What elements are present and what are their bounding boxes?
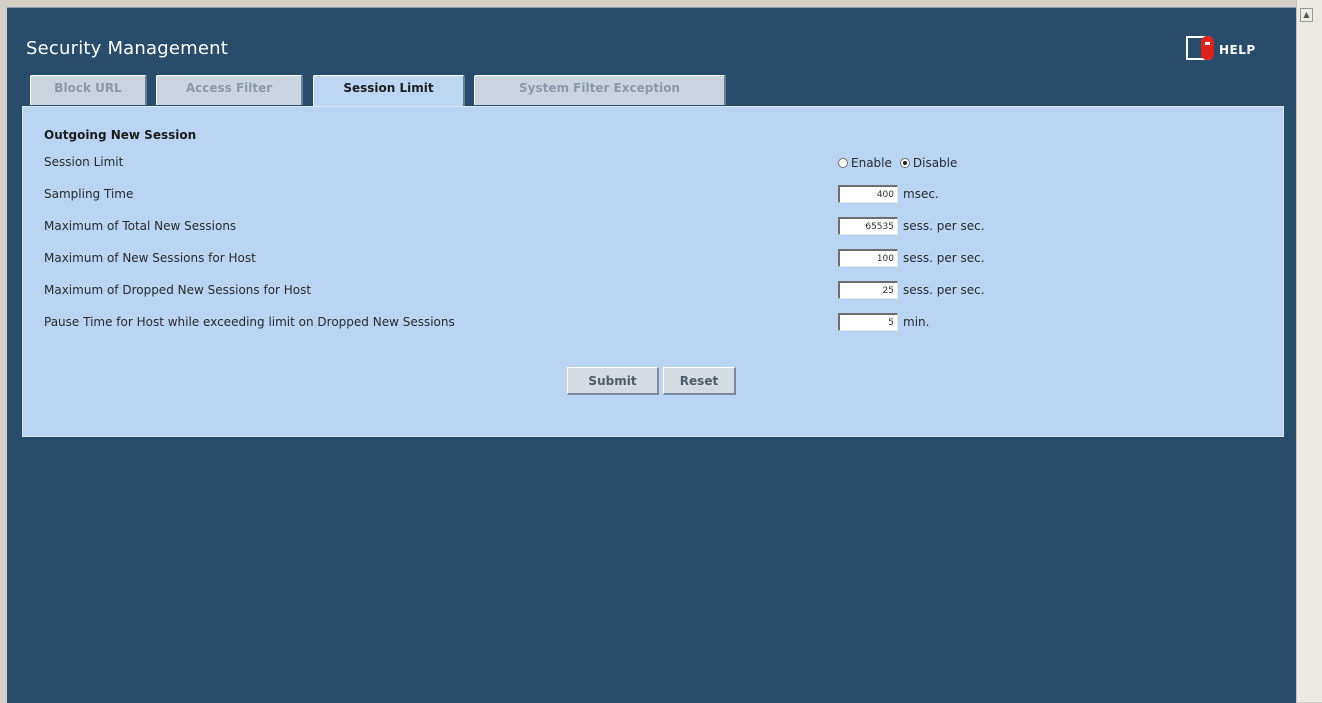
session-limit-radio-group: Enable Disable bbox=[838, 156, 957, 170]
tab-system-filter-exception[interactable]: System Filter Exception bbox=[474, 75, 726, 105]
page-title: Security Management bbox=[26, 38, 229, 59]
max-dropped-new-sessions-host-input[interactable] bbox=[838, 281, 898, 299]
max-dropped-new-sessions-host-label: Maximum of Dropped New Sessions for Host bbox=[44, 283, 312, 297]
max-new-sessions-host-label: Maximum of New Sessions for Host bbox=[44, 251, 256, 265]
pause-time-input[interactable] bbox=[838, 313, 898, 331]
pause-time-unit: min. bbox=[903, 315, 930, 329]
sampling-time-unit: msec. bbox=[903, 187, 939, 201]
submit-button[interactable]: Submit bbox=[567, 367, 659, 395]
max-total-new-sessions-label: Maximum of Total New Sessions bbox=[44, 219, 237, 233]
enable-radio-label: Enable bbox=[851, 156, 892, 170]
disable-radio-label: Disable bbox=[912, 156, 958, 170]
pause-time-label: Pause Time for Host while exceeding limi… bbox=[44, 315, 455, 329]
max-new-sessions-host-input[interactable] bbox=[838, 249, 898, 267]
sampling-time-label: Sampling Time bbox=[44, 187, 134, 201]
section-title: Outgoing New Session bbox=[44, 128, 197, 142]
max-total-new-sessions-input[interactable] bbox=[838, 217, 898, 235]
session-limit-label: Session Limit bbox=[44, 155, 124, 169]
vertical-scrollbar[interactable] bbox=[1296, 0, 1322, 702]
help-icon bbox=[1186, 34, 1216, 66]
enable-radio[interactable] bbox=[838, 158, 848, 168]
help-label: HELP bbox=[1219, 43, 1256, 57]
max-total-new-sessions-unit: sess. per sec. bbox=[903, 219, 985, 233]
tab-access-filter[interactable]: Access Filter bbox=[156, 75, 303, 105]
sampling-time-input[interactable] bbox=[838, 185, 898, 203]
max-dropped-new-sessions-host-unit: sess. per sec. bbox=[903, 283, 985, 297]
help-button[interactable]: HELP bbox=[1186, 36, 1256, 64]
disable-radio[interactable] bbox=[899, 158, 910, 168]
tab-session-limit[interactable]: Session Limit bbox=[313, 75, 465, 107]
scroll-up-arrow-icon[interactable]: ▲ bbox=[1300, 8, 1313, 22]
tab-block-url[interactable]: Block URL bbox=[30, 75, 147, 105]
reset-button[interactable]: Reset bbox=[663, 367, 736, 395]
max-new-sessions-host-unit: sess. per sec. bbox=[903, 251, 985, 265]
